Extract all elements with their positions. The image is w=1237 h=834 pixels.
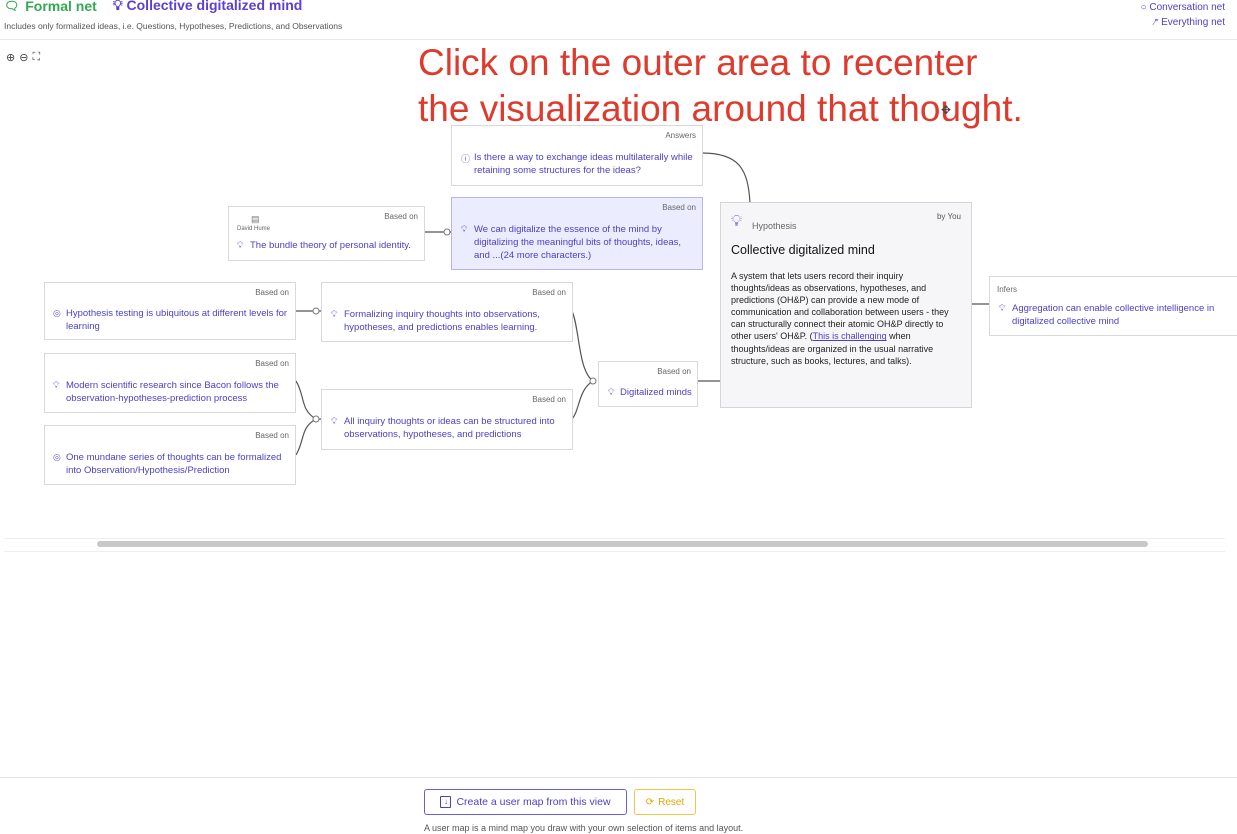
bulb-icon: 💡︎	[461, 224, 468, 234]
node-text: Digitalized minds	[620, 387, 692, 398]
relation-label: Based on	[532, 288, 566, 297]
relation-label: Based on	[255, 359, 289, 368]
eye-icon: ◎	[53, 452, 61, 462]
bulb-icon: 💡︎	[999, 303, 1006, 313]
node-text: One mundane series of thoughts can be fo…	[66, 452, 282, 476]
bulb-icon: 💡︎	[331, 309, 338, 319]
node-text: All inquiry thoughts or ideas can be str…	[344, 416, 555, 440]
author-name: David Hume	[237, 226, 271, 232]
footer-note: A user map is a mind map you draw with y…	[424, 823, 744, 833]
node-hume[interactable]: Based on ▤ David Hume 💡︎ The bundle theo…	[228, 206, 425, 261]
node-text: Aggregation can enable collective intell…	[1012, 303, 1215, 327]
bulb-icon: 💡︎	[331, 416, 338, 426]
eye-icon: ◎	[53, 308, 61, 318]
node-formalizing[interactable]: Based on 💡︎ Formalizing inquiry thoughts…	[321, 282, 573, 342]
move-cursor-icon: ✥	[941, 103, 952, 117]
node-text: Is there a way to exchange ideas multila…	[474, 152, 693, 176]
relation-label: Based on	[532, 395, 566, 404]
relation-label: Based on	[657, 367, 691, 376]
bulb-icon: 💡︎	[608, 387, 615, 397]
bulb-icon: 💡︎	[237, 240, 244, 250]
node-aggregation[interactable]: Infers 💡︎ Aggregation can enable collect…	[989, 276, 1237, 336]
reset-button[interactable]: ⟳ Reset	[634, 789, 696, 815]
node-answers[interactable]: Answers ⓘ Is there a way to exchange ide…	[451, 125, 703, 186]
node-modern-research[interactable]: Based on 💡︎ Modern scientific research s…	[44, 353, 296, 413]
refresh-icon: ⟳	[645, 796, 655, 808]
node-text: Modern scientific research since Bacon f…	[66, 380, 279, 404]
focus-node-card[interactable]: 💡︎ Hypothesis by You Collective digitali…	[720, 202, 972, 408]
relation-label: Based on	[662, 203, 696, 212]
question-icon: ⓘ	[461, 154, 471, 164]
overlay-instruction: Click on the outer area to recenter the …	[418, 40, 1023, 132]
footer-divider	[0, 777, 1237, 778]
node-all-inquiry[interactable]: Based on 💡︎ All inquiry thoughts or idea…	[321, 389, 573, 450]
relation-label: Based on	[384, 212, 418, 221]
relation-label: Answers	[665, 131, 696, 140]
overlay-line-1: Click on the outer area to recenter	[418, 42, 978, 83]
relation-label: Based on	[255, 431, 289, 440]
node-mundane[interactable]: Based on ◎ One mundane series of thought…	[44, 425, 296, 485]
node-author: by You	[936, 212, 961, 221]
node-body: A system that lets users record their in…	[731, 270, 953, 367]
node-text: Hypothesis testing is ubiquitous at diff…	[66, 308, 288, 332]
relation-label: Infers	[997, 285, 1018, 294]
bulb-icon: 💡︎	[731, 213, 743, 230]
download-icon: ↓	[440, 796, 452, 808]
bulb-icon: 💡︎	[53, 380, 60, 390]
reset-button-label: Reset	[658, 796, 685, 808]
node-text: Formalizing inquiry thoughts into observ…	[344, 309, 540, 333]
create-button-label: Create a user map from this view	[456, 796, 611, 808]
node-title: Collective digitalized mind	[731, 243, 875, 257]
node-digitalized-minds[interactable]: Based on 💡︎ Digitalized minds	[598, 361, 698, 407]
node-kind: Hypothesis	[752, 221, 797, 231]
comment-icon: ▤	[251, 214, 260, 224]
node-text: The bundle theory of personal identity.	[250, 240, 411, 251]
relation-label: Based on	[255, 288, 289, 297]
overlay-line-2: the visualization around that thought.	[418, 88, 1023, 129]
node-digitalize[interactable]: Based on 💡︎ We can digitalize the essenc…	[451, 197, 703, 270]
create-user-map-button[interactable]: ↓ Create a user map from this view	[424, 789, 627, 815]
node-hypothesis-testing[interactable]: Based on ◎ Hypothesis testing is ubiquit…	[44, 282, 296, 340]
node-text: We can digitalize the essence of the min…	[474, 224, 682, 261]
body-link[interactable]: This is challenging	[813, 331, 887, 341]
scrollbar-thumb[interactable]	[97, 541, 1148, 547]
